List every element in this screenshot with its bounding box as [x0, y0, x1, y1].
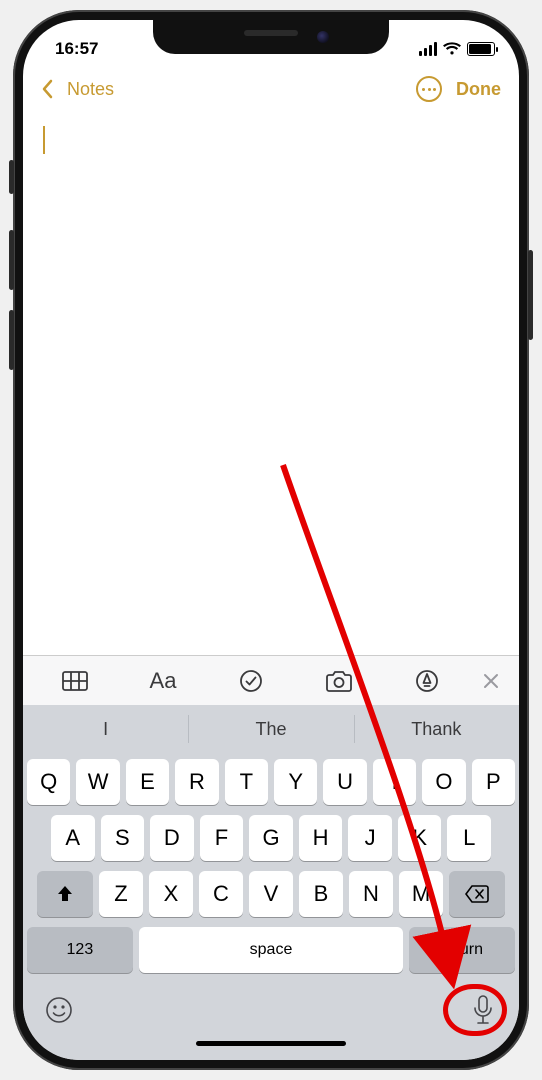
screen: 16:57 Notes Done: [23, 20, 519, 1060]
done-button[interactable]: Done: [456, 79, 501, 100]
cellular-signal-icon: [419, 42, 437, 56]
notes-format-toolbar: Aa: [23, 655, 519, 705]
return-key[interactable]: return: [409, 927, 515, 973]
key-g[interactable]: G: [249, 815, 293, 861]
key-a[interactable]: A: [51, 815, 95, 861]
volume-up-button: [9, 230, 14, 290]
predictive-bar: I The Thank: [23, 705, 519, 753]
key-n[interactable]: N: [349, 871, 393, 917]
dictation-button[interactable]: [467, 994, 499, 1026]
key-h[interactable]: H: [299, 815, 343, 861]
key-f[interactable]: F: [200, 815, 244, 861]
key-q[interactable]: Q: [27, 759, 70, 805]
back-button[interactable]: Notes: [41, 79, 114, 100]
suggestion[interactable]: I: [23, 705, 188, 753]
keyboard-bottom-row: [23, 983, 519, 1031]
text-cursor: [43, 126, 45, 154]
camera-button[interactable]: [295, 670, 383, 692]
wifi-icon: [443, 42, 461, 56]
key-t[interactable]: T: [225, 759, 268, 805]
key-z[interactable]: Z: [99, 871, 143, 917]
key-w[interactable]: W: [76, 759, 119, 805]
key-m[interactable]: M: [399, 871, 443, 917]
more-actions-button[interactable]: [416, 76, 442, 102]
key-d[interactable]: D: [150, 815, 194, 861]
nav-bar: Notes Done: [23, 64, 519, 114]
side-button: [528, 250, 533, 340]
key-u[interactable]: U: [323, 759, 366, 805]
key-s[interactable]: S: [101, 815, 145, 861]
battery-icon: [467, 42, 495, 56]
front-camera: [317, 31, 329, 43]
key-i[interactable]: I: [373, 759, 416, 805]
space-key[interactable]: space: [139, 927, 403, 973]
suggestion[interactable]: Thank: [354, 705, 519, 753]
key-v[interactable]: V: [249, 871, 293, 917]
key-e[interactable]: E: [126, 759, 169, 805]
key-o[interactable]: O: [422, 759, 465, 805]
emoji-keyboard-button[interactable]: [43, 994, 75, 1026]
checklist-button[interactable]: [207, 669, 295, 693]
key-x[interactable]: X: [149, 871, 193, 917]
shift-key[interactable]: [37, 871, 93, 917]
key-p[interactable]: P: [472, 759, 515, 805]
key-b[interactable]: B: [299, 871, 343, 917]
note-editor[interactable]: [23, 114, 519, 654]
key-r[interactable]: R: [175, 759, 218, 805]
markup-button[interactable]: [383, 669, 471, 693]
key-k[interactable]: K: [398, 815, 442, 861]
back-label: Notes: [67, 79, 114, 100]
keyboard-keys: Q W E R T Y U I O P A S D F G H: [23, 753, 519, 973]
notch: [153, 20, 389, 54]
key-l[interactable]: L: [447, 815, 491, 861]
toolbar-close-button[interactable]: [471, 672, 511, 690]
phone-frame: 16:57 Notes Done: [13, 10, 529, 1070]
key-c[interactable]: C: [199, 871, 243, 917]
suggestion[interactable]: The: [188, 705, 353, 753]
keyboard: Aa I The Thank: [23, 655, 519, 1060]
volume-down-button: [9, 310, 14, 370]
text-format-button[interactable]: Aa: [119, 668, 207, 694]
key-j[interactable]: J: [348, 815, 392, 861]
numbers-key[interactable]: 123: [27, 927, 133, 973]
ringer-switch: [9, 160, 14, 194]
chevron-left-icon: [41, 79, 53, 99]
status-time: 16:57: [55, 39, 98, 59]
backspace-key[interactable]: [449, 871, 505, 917]
home-indicator[interactable]: [196, 1041, 346, 1046]
insert-table-button[interactable]: [31, 671, 119, 691]
key-y[interactable]: Y: [274, 759, 317, 805]
